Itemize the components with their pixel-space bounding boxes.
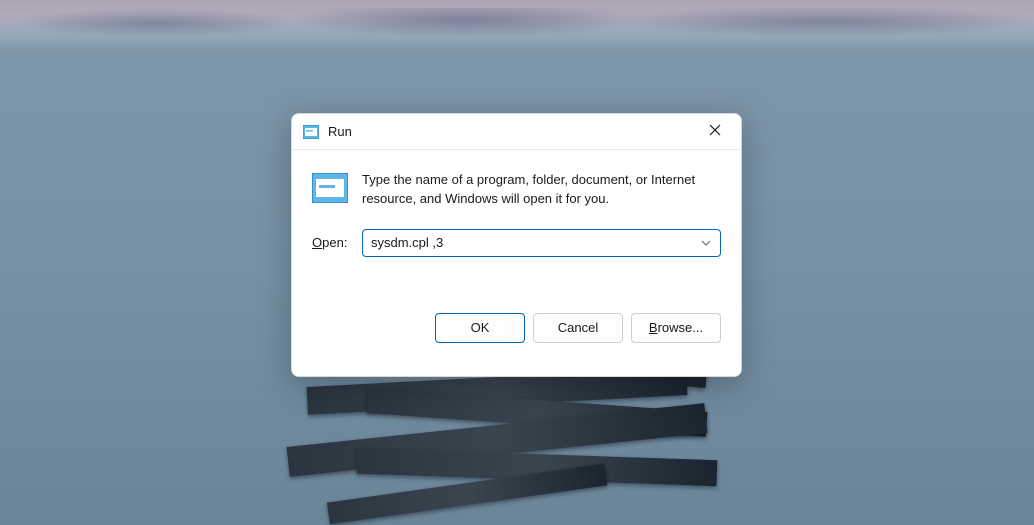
dialog-description: Type the name of a program, folder, docu… <box>362 170 721 209</box>
close-button[interactable] <box>697 118 733 146</box>
open-input[interactable] <box>371 235 700 250</box>
titlebar[interactable]: Run <box>292 114 741 150</box>
cancel-button[interactable]: Cancel <box>533 313 623 343</box>
dialog-content: Type the name of a program, folder, docu… <box>292 150 741 257</box>
run-small-icon <box>302 123 320 141</box>
chevron-down-icon[interactable] <box>700 240 712 246</box>
browse-button[interactable]: Browse... <box>631 313 721 343</box>
run-dialog: Run Type the name of a program, folder, … <box>291 113 742 377</box>
run-large-icon <box>312 170 348 206</box>
desktop-wallpaper-mountains <box>0 0 1034 40</box>
close-icon <box>709 123 721 141</box>
open-label: Open: <box>312 235 350 250</box>
dialog-title: Run <box>328 124 697 139</box>
open-combobox[interactable] <box>362 229 721 257</box>
button-row: OK Cancel Browse... <box>292 313 741 343</box>
ok-button[interactable]: OK <box>435 313 525 343</box>
